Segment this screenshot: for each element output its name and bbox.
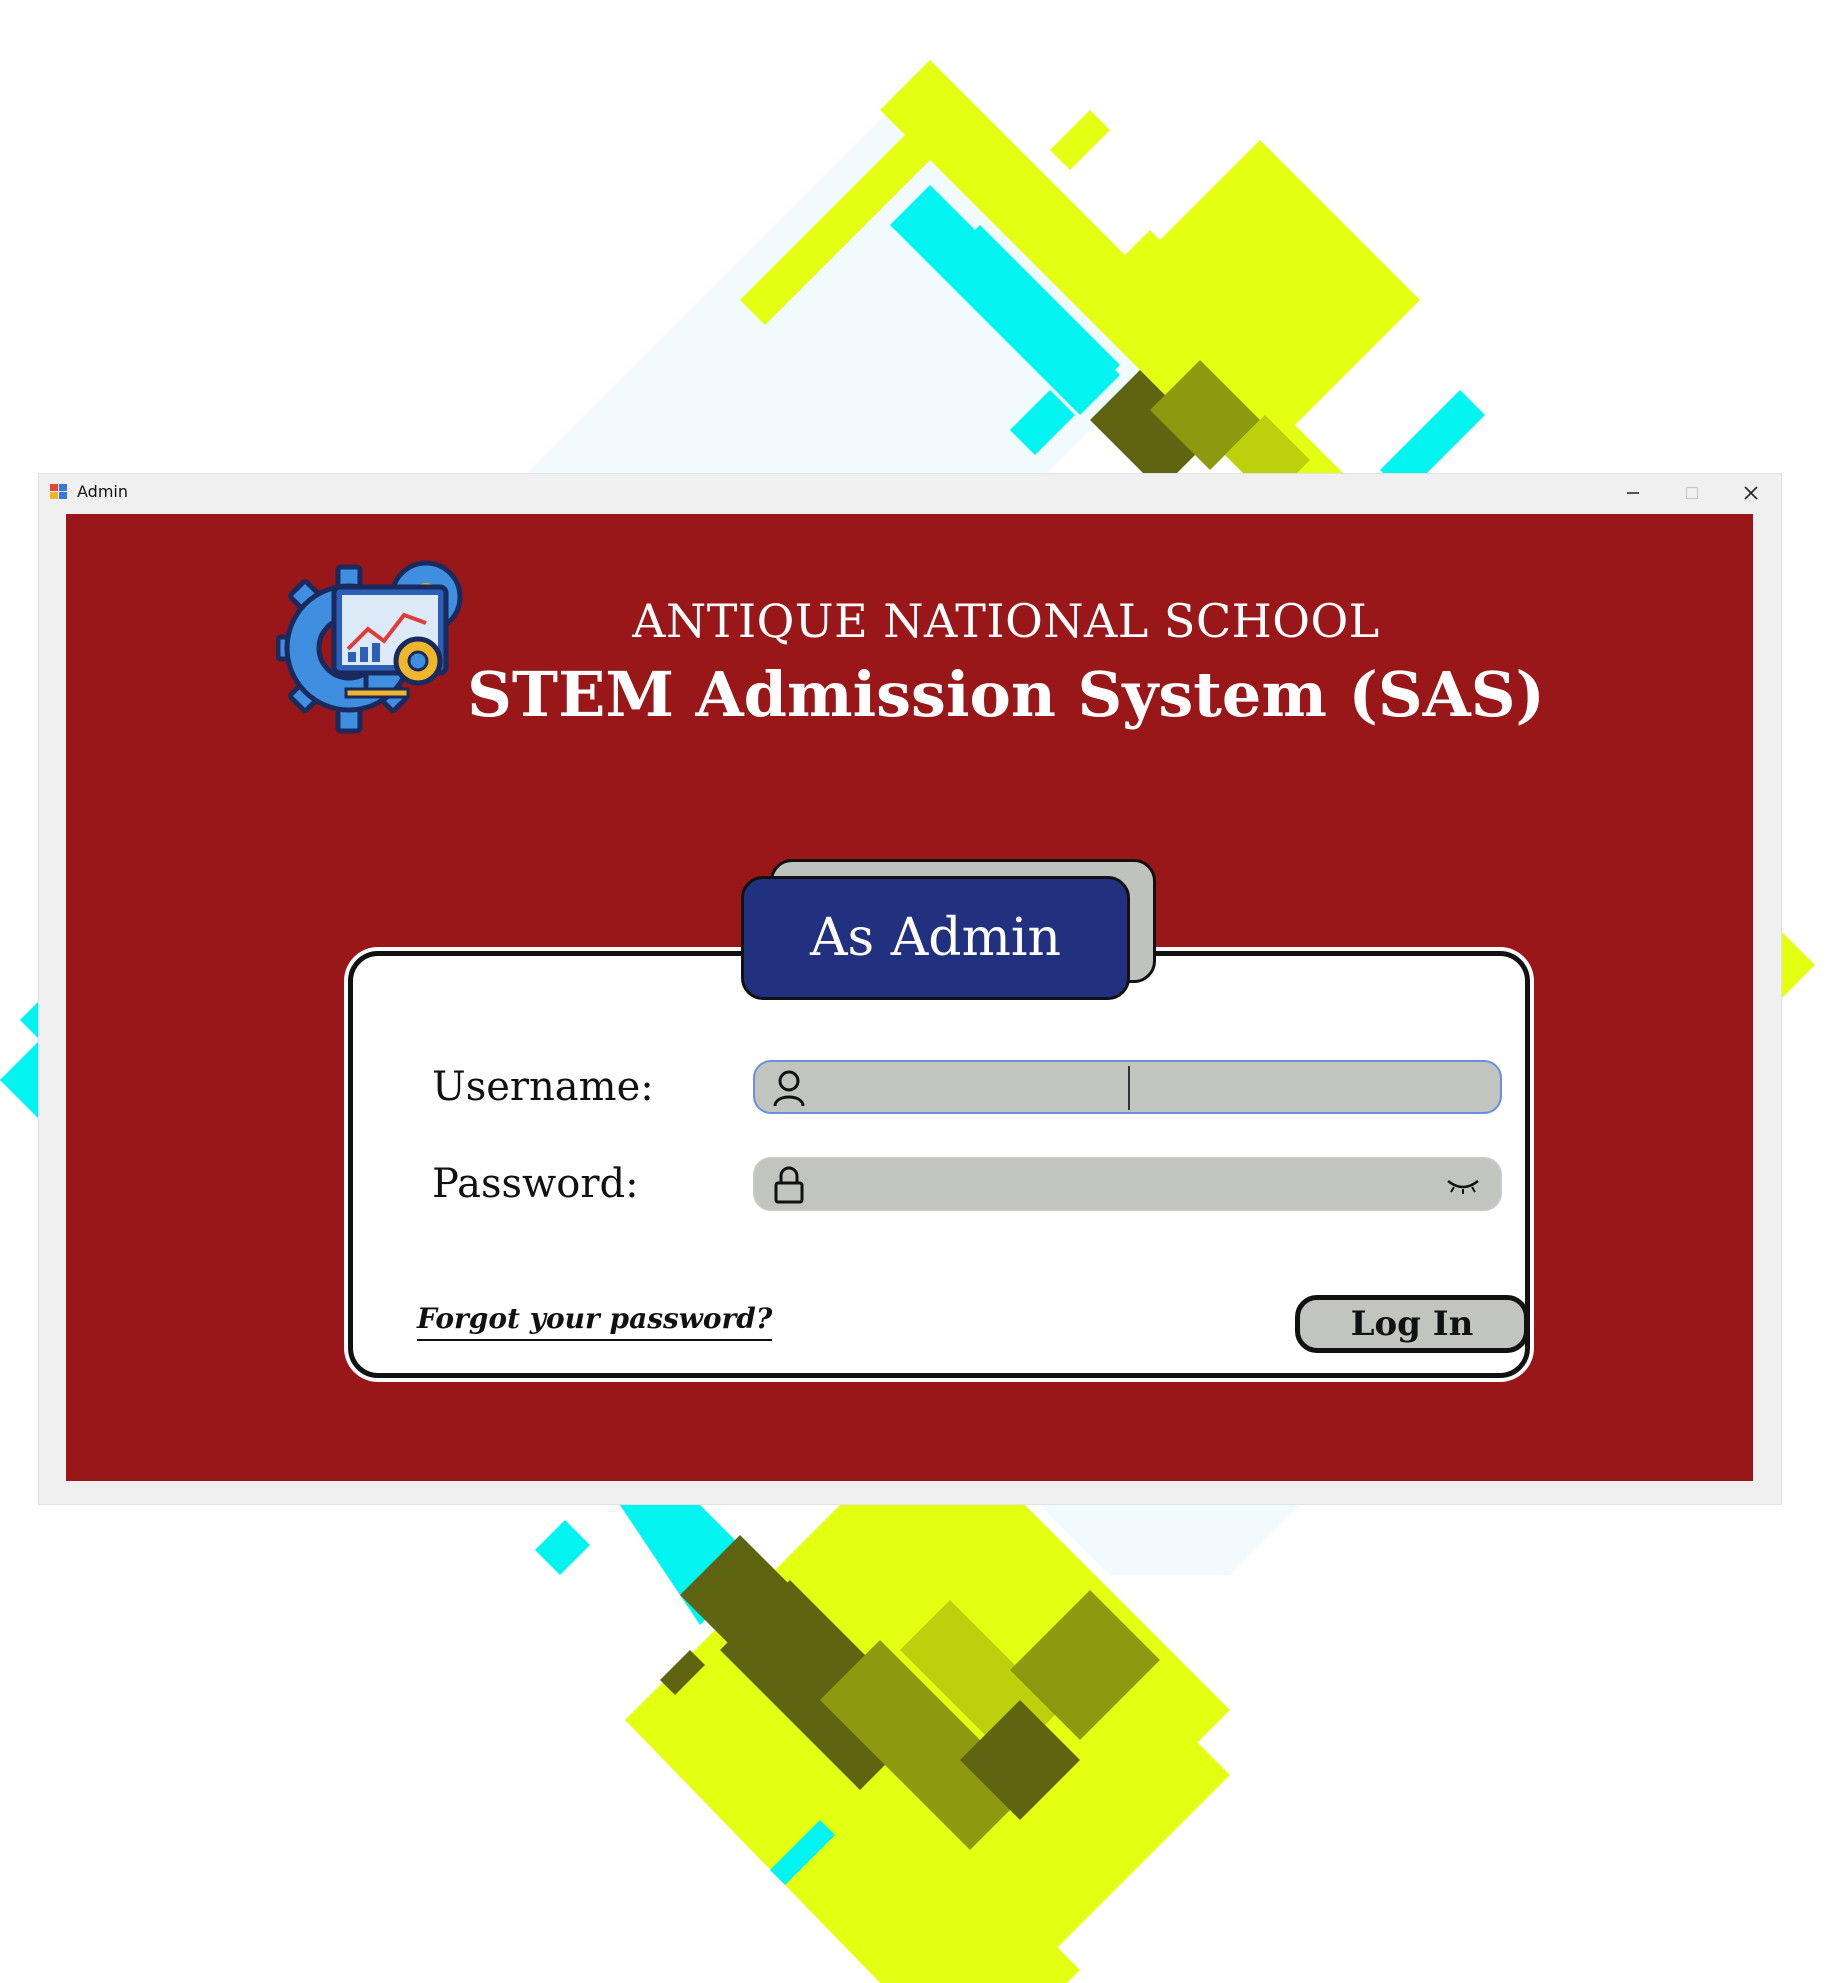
- eye-closed-icon[interactable]: [1444, 1173, 1482, 1199]
- lock-icon: [774, 1166, 804, 1204]
- password-label: Password:: [432, 1161, 639, 1207]
- maximize-button[interactable]: [1663, 474, 1721, 512]
- role-tab: As Admin: [741, 876, 1130, 1000]
- password-field[interactable]: [753, 1157, 1502, 1211]
- decor-bottom: [535, 1445, 1300, 1983]
- title-bar: Admin: [39, 474, 1781, 512]
- system-title: STEM Admission System (SAS): [467, 658, 1545, 731]
- login-panel: ANTIQUE NATIONAL SCHOOL STEM Admission S…: [66, 514, 1753, 1481]
- minimize-icon: [1627, 492, 1639, 494]
- minimize-button[interactable]: [1604, 474, 1662, 512]
- close-icon: [1744, 486, 1758, 500]
- close-button[interactable]: [1722, 474, 1780, 512]
- school-name: ANTIQUE NATIONAL SCHOOL: [632, 594, 1380, 648]
- username-label: Username:: [432, 1064, 654, 1110]
- user-icon: [773, 1070, 805, 1107]
- maximize-icon: [1685, 486, 1699, 500]
- app-icon: [50, 484, 67, 499]
- window-title: Admin: [77, 482, 128, 501]
- text-caret: [1128, 1066, 1130, 1110]
- forgot-password-link[interactable]: Forgot your password?: [417, 1302, 773, 1341]
- login-button[interactable]: Log In: [1295, 1295, 1529, 1353]
- admin-window: Admin ANTIQUE NATIONAL SCHOOL STEM Admis…: [39, 474, 1781, 1504]
- username-field[interactable]: [753, 1060, 1502, 1114]
